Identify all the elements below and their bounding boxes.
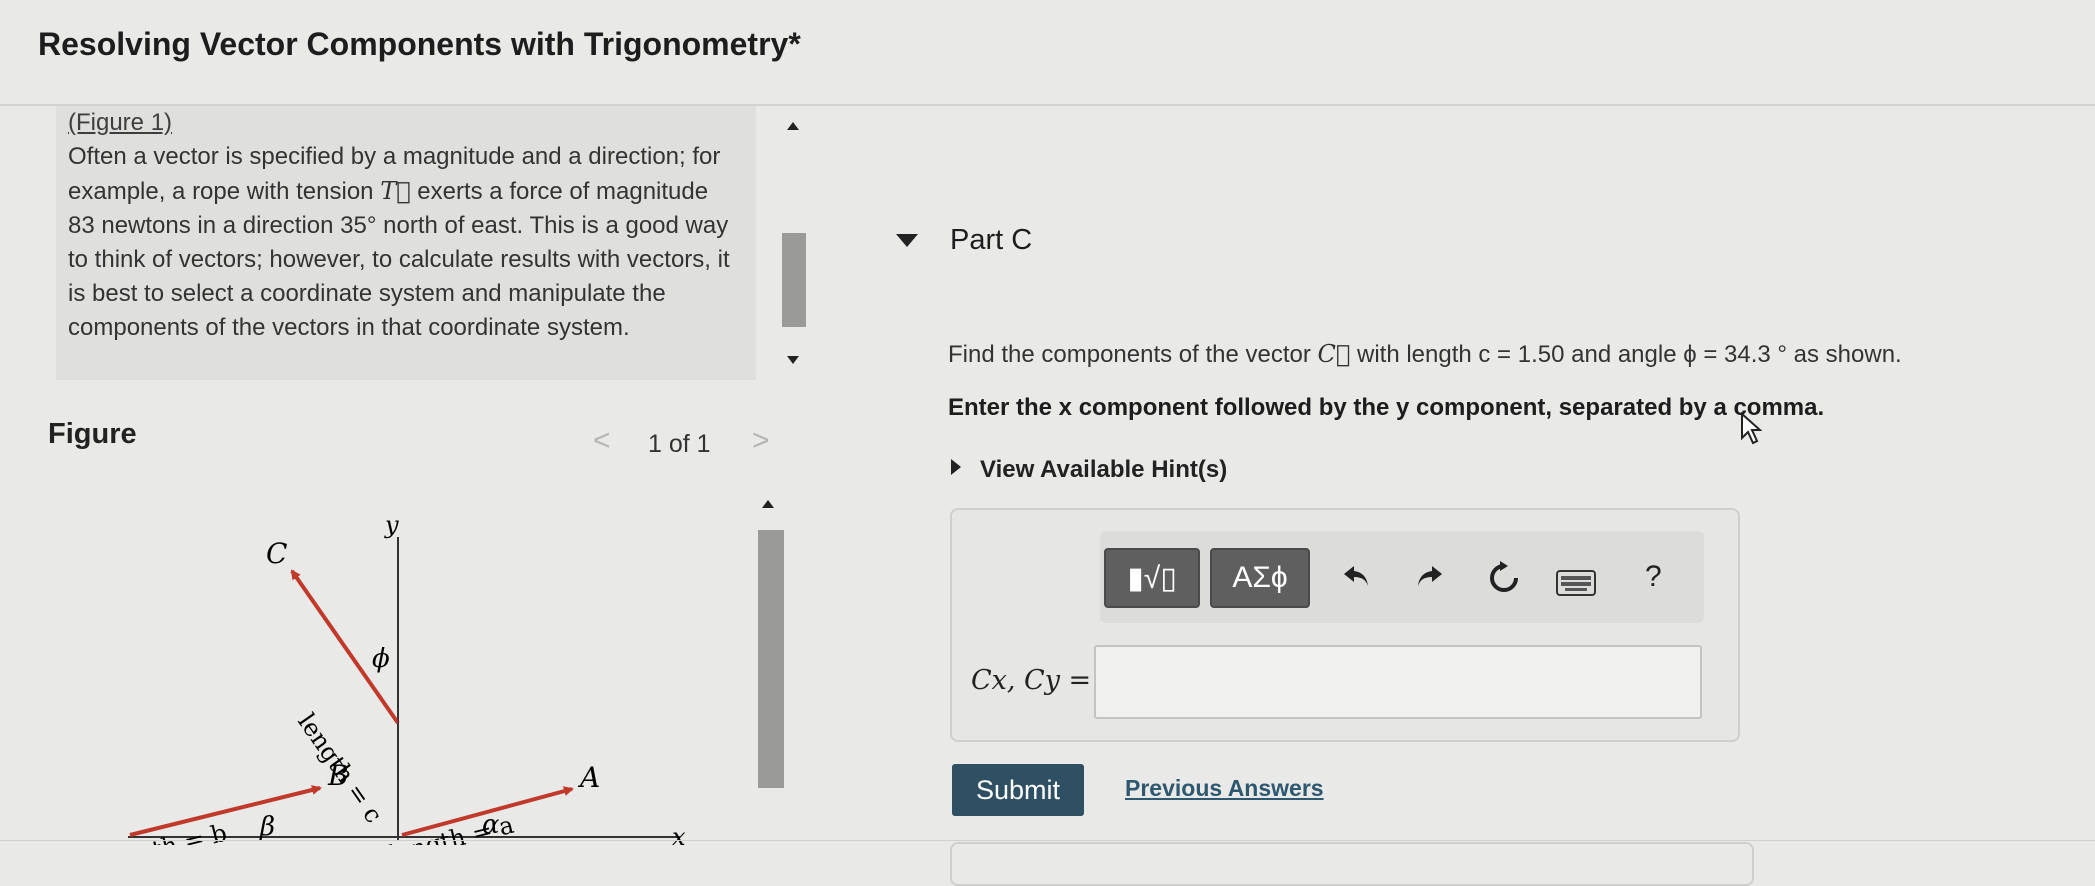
templates-button[interactable]: ▮√▯ xyxy=(1104,548,1200,608)
figure-link[interactable]: (Figure 1) xyxy=(68,109,172,136)
answer-label: Cx, Cy = xyxy=(971,665,1092,696)
vector-c-label: C xyxy=(266,537,287,570)
bottom-divider xyxy=(0,840,2095,841)
page-title: Resolving Vector Components with Trigono… xyxy=(38,26,801,62)
part-c-heading[interactable]: Part C xyxy=(950,224,1032,257)
instruction-text: Enter the x component followed by the y … xyxy=(948,394,1825,421)
next-part-container xyxy=(950,842,1754,886)
question-text: Find the components of the vector C⃗ wit… xyxy=(948,340,1902,368)
intro-scroll-down-icon[interactable] xyxy=(787,356,799,364)
intro-scroll-up-icon[interactable] xyxy=(787,122,799,130)
symbols-button[interactable]: ΑΣϕ xyxy=(1210,548,1310,608)
redo-icon[interactable] xyxy=(1414,560,1446,592)
phi-angle-label: ϕ xyxy=(372,644,390,674)
vector-a-label: A xyxy=(577,761,600,794)
figure-heading: Figure xyxy=(48,418,137,450)
x-axis-label: x xyxy=(672,823,686,845)
figure-scroll-up-icon[interactable] xyxy=(762,500,774,508)
tension-vector-symbol: T⃗ xyxy=(380,177,411,205)
help-button[interactable]: ? xyxy=(1645,560,1662,594)
hint-expand-icon[interactable] xyxy=(951,459,961,475)
answer-input[interactable] xyxy=(1094,645,1702,719)
figure-scrollbar-thumb[interactable] xyxy=(758,530,784,788)
submit-button[interactable]: Submit xyxy=(952,764,1084,816)
intro-panel: (Figure 1) Often a vector is specified b… xyxy=(56,106,756,380)
undo-icon[interactable] xyxy=(1340,560,1372,592)
previous-answers-link[interactable]: Previous Answers xyxy=(1125,775,1324,802)
beta-angle-label: β xyxy=(259,812,275,842)
mouse-cursor-icon xyxy=(1741,412,1762,445)
prev-figure-icon[interactable]: < xyxy=(593,424,611,458)
y-axis-label: y xyxy=(384,511,399,539)
keyboard-icon[interactable] xyxy=(1556,570,1596,596)
intro-scrollbar-thumb[interactable] xyxy=(782,233,806,327)
part-collapse-chevron-icon[interactable] xyxy=(896,234,918,247)
vector-c-symbol: C⃗ xyxy=(1317,340,1351,368)
next-figure-icon[interactable]: > xyxy=(752,424,770,458)
reset-icon[interactable] xyxy=(1486,560,1522,596)
view-hints-link[interactable]: View Available Hint(s) xyxy=(980,456,1227,484)
intro-text: (Figure 1) Often a vector is specified b… xyxy=(68,106,738,345)
vector-b-label: B xyxy=(327,759,349,792)
vector-diagram: y x C length = c ϕ length = b B β length… xyxy=(120,511,686,845)
alpha-angle-label: α xyxy=(482,810,500,840)
figure-pager: 1 of 1 xyxy=(648,430,711,458)
